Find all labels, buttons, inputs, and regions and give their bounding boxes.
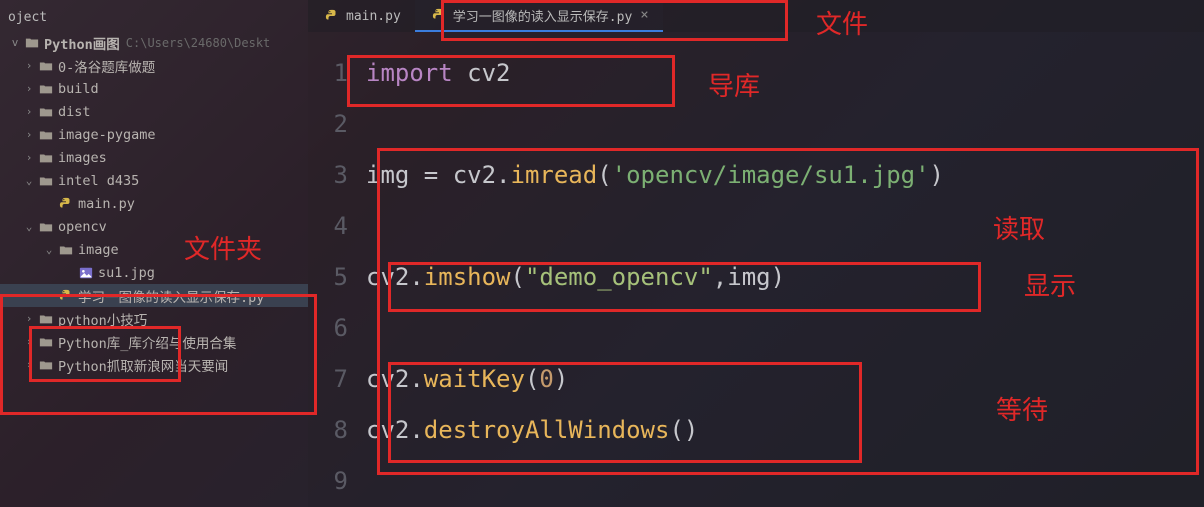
python-icon xyxy=(431,7,447,23)
tab-学习一图像的读入显示保存.py[interactable]: 学习一图像的读入显示保存.py × xyxy=(415,0,663,32)
editor-tabs: main.py 学习一图像的读入显示保存.py × xyxy=(308,0,1204,32)
tree-item-label: 0-洛谷题库做题 xyxy=(58,56,155,76)
chevron-icon: › xyxy=(22,105,36,118)
tree-item-label: 学习一图像的读入显示保存.py xyxy=(78,286,264,306)
folder-icon xyxy=(58,242,74,258)
line-number: 9 xyxy=(308,456,348,507)
line-number: 2 xyxy=(308,99,348,150)
chevron-icon: › xyxy=(22,128,36,141)
root-path: C:\Users\24680\Deskt xyxy=(126,36,271,50)
chevron-icon: › xyxy=(22,59,36,72)
line-number: 1 xyxy=(308,48,348,99)
tree-item-opencv[interactable]: ⌄ opencv xyxy=(0,215,308,238)
code-editor[interactable]: 123456789 import cv2 img = cv2.imread('o… xyxy=(308,32,1204,507)
line-number: 7 xyxy=(308,354,348,405)
chevron-icon: ⌄ xyxy=(22,220,36,233)
tree-item-image[interactable]: ⌄ image xyxy=(0,238,308,261)
root-name: Python画图 xyxy=(44,33,120,53)
close-icon[interactable]: × xyxy=(640,7,648,23)
line-number: 6 xyxy=(308,303,348,354)
chevron-icon: ⌄ xyxy=(42,243,56,256)
tree-item-Python库_库介绍与使用合集[interactable]: › Python库_库介绍与使用合集 xyxy=(0,330,308,353)
code-content[interactable]: import cv2 img = cv2.imread('opencv/imag… xyxy=(366,32,1204,507)
line-number: 5 xyxy=(308,252,348,303)
tree-item-label: dist xyxy=(58,104,91,120)
tree-item-label: intel d435 xyxy=(58,173,139,189)
tree-item-image-pygame[interactable]: › image-pygame xyxy=(0,123,308,146)
tree-item-Python抓取新浪网当天要闻[interactable]: › Python抓取新浪网当天要闻 xyxy=(0,353,308,376)
folder-icon xyxy=(38,311,54,327)
tree-item-label: Python抓取新浪网当天要闻 xyxy=(58,355,228,375)
folder-icon xyxy=(38,127,54,143)
line-number: 8 xyxy=(308,405,348,456)
project-header: oject xyxy=(0,8,308,31)
tree-item-label: image-pygame xyxy=(58,127,156,143)
tree-item-dist[interactable]: › dist xyxy=(0,100,308,123)
tree-item-label: image xyxy=(78,242,119,258)
folder-icon xyxy=(38,81,54,97)
image-icon xyxy=(78,265,94,281)
chevron-icon: › xyxy=(22,312,36,325)
python-icon xyxy=(58,196,74,212)
python-icon xyxy=(58,288,74,304)
line-number: 3 xyxy=(308,150,348,201)
folder-icon xyxy=(38,357,54,373)
folder-icon xyxy=(38,104,54,120)
folder-icon xyxy=(38,173,54,189)
tree-item-python小技巧[interactable]: › python小技巧 xyxy=(0,307,308,330)
tree-item-label: opencv xyxy=(58,219,107,235)
chevron-icon: › xyxy=(22,335,36,348)
project-root[interactable]: v Python画图 C:\Users\24680\Deskt xyxy=(0,31,308,54)
tab-main.py[interactable]: main.py xyxy=(308,0,415,32)
folder-icon xyxy=(38,58,54,74)
tree-item-intel d435[interactable]: ⌄ intel d435 xyxy=(0,169,308,192)
tree-item-label: Python库_库介绍与使用合集 xyxy=(58,332,236,352)
tree-item-学习一图像的读入显示保存.py[interactable]: ·学习一图像的读入显示保存.py xyxy=(0,284,308,307)
chevron-icon: › xyxy=(22,151,36,164)
tree-item-su1.jpg[interactable]: ·su1.jpg xyxy=(0,261,308,284)
folder-icon xyxy=(38,334,54,350)
folder-icon xyxy=(38,150,54,166)
tree-item-label: build xyxy=(58,81,99,97)
project-sidebar: oject v Python画图 C:\Users\24680\Deskt › 0… xyxy=(0,0,308,507)
tree-item-label: main.py xyxy=(78,196,135,212)
folder-icon xyxy=(38,219,54,235)
tree-item-label: su1.jpg xyxy=(98,265,155,281)
line-number: 4 xyxy=(308,201,348,252)
folder-icon xyxy=(24,35,40,51)
tree-item-label: python小技巧 xyxy=(58,309,147,329)
line-gutter: 123456789 xyxy=(308,32,366,507)
tree-item-images[interactable]: › images xyxy=(0,146,308,169)
tree-item-0-洛谷题库做题[interactable]: › 0-洛谷题库做题 xyxy=(0,54,308,77)
tab-label: 学习一图像的读入显示保存.py xyxy=(453,6,632,25)
chevron-icon: › xyxy=(22,358,36,371)
python-icon xyxy=(324,8,340,24)
tree-item-build[interactable]: › build xyxy=(0,77,308,100)
tree-item-label: images xyxy=(58,150,107,166)
chevron-icon: ⌄ xyxy=(22,174,36,187)
tree-item-main.py[interactable]: ·main.py xyxy=(0,192,308,215)
tab-label: main.py xyxy=(346,9,401,24)
chevron-icon: › xyxy=(22,82,36,95)
